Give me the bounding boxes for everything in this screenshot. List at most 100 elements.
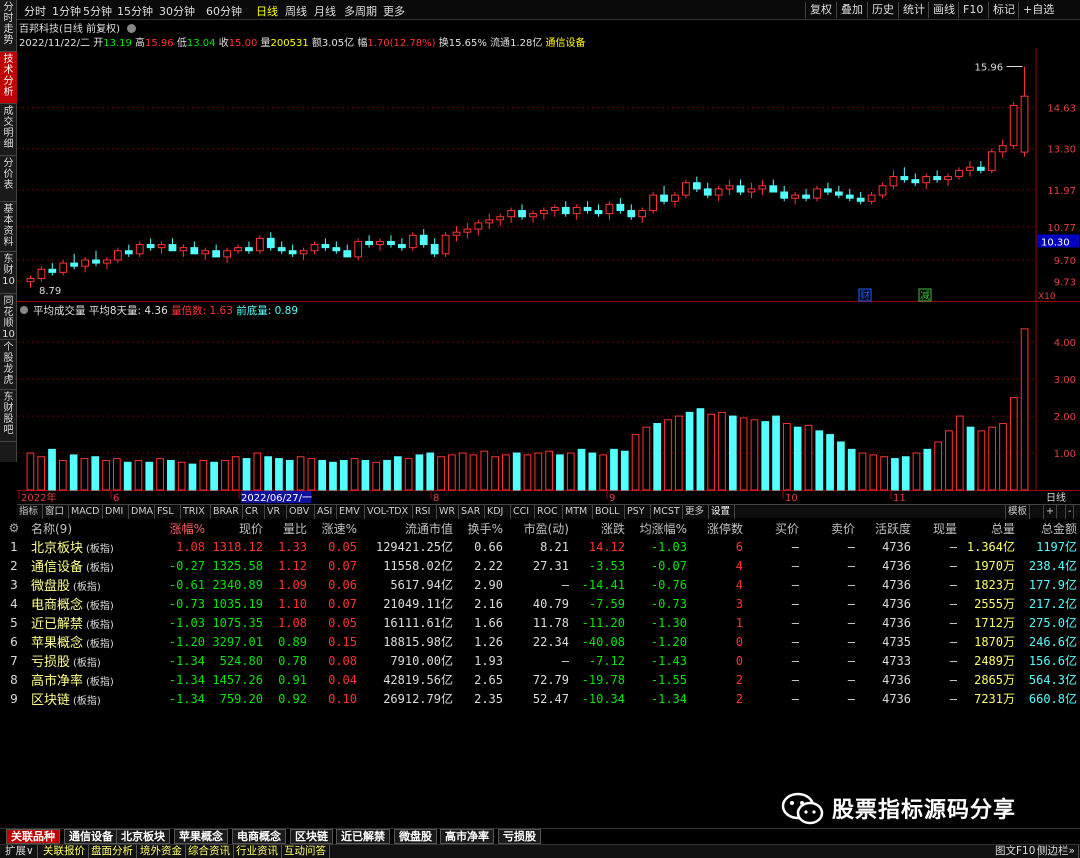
status-item-1[interactable]: 关联报价 xyxy=(40,845,89,858)
column-header-12[interactable]: 卖价 xyxy=(802,519,858,537)
column-header-8[interactable]: 涨跌 xyxy=(572,519,628,537)
status-item-4[interactable]: 综合资讯 xyxy=(185,845,234,858)
column-header-7[interactable]: 市盈(动) xyxy=(506,519,572,537)
status-item-0[interactable]: 扩展∨ xyxy=(2,845,38,858)
indicator-tab-4[interactable]: DMA xyxy=(129,505,155,519)
period-9[interactable]: 多周期 xyxy=(344,3,377,19)
column-header-10[interactable]: 涨停数 xyxy=(690,519,746,537)
column-header-2[interactable]: 现价 xyxy=(208,519,266,537)
toolbar-button-3[interactable]: 统计 xyxy=(898,2,929,18)
event-badge-0[interactable]: 财 xyxy=(858,288,872,302)
column-header-3[interactable]: 量比 xyxy=(266,519,310,537)
sidebar-tab-0[interactable]: 分时走势 xyxy=(0,0,17,52)
table-row[interactable]: 9 区块链 (板指) -1.34 759.20 0.92 0.10 26912.79亿 2.35… xyxy=(0,689,1080,709)
table-row[interactable]: 7 亏损股 (板指) -1.34 524.80 0.78 0.08 7910.00亿 1.93 —… xyxy=(0,651,1080,671)
table-row[interactable]: 5 近已解禁 (板指) -1.03 1075.35 1.08 0.05 16111.61亿 1.… xyxy=(0,613,1080,633)
status-right-0[interactable]: 图文F10 xyxy=(992,845,1040,858)
sidebar-tab-1[interactable]: 技术分析 xyxy=(0,52,17,104)
toolbar-button-0[interactable]: 复权 xyxy=(805,2,836,18)
period-3[interactable]: 15分钟 xyxy=(117,3,153,19)
indicator-tab-17[interactable]: KDJ xyxy=(485,505,511,519)
period-0[interactable]: 分时 xyxy=(24,3,46,19)
candlestick-svg[interactable]: 14.63 13.30 11.97 10.77 9.70 9.73 10.30 X10 15.9… xyxy=(17,48,1080,302)
table-row[interactable]: 8 高市净率 (板指) -1.34 1457.26 0.91 0.04 42819.56亿 2.… xyxy=(0,670,1080,690)
sidebar-tab-7[interactable]: 个股龙虎 xyxy=(0,340,17,390)
column-header-13[interactable]: 活跃度 xyxy=(858,519,914,537)
period-7[interactable]: 周线 xyxy=(285,3,307,19)
status-item-2[interactable]: 盘面分析 xyxy=(88,845,137,858)
status-item-5[interactable]: 行业资讯 xyxy=(233,845,282,858)
sidebar-tab-4[interactable]: 基本资料 xyxy=(0,202,17,252)
status-item-6[interactable]: 互动问答 xyxy=(281,845,330,858)
toolbar-button-2[interactable]: 历史 xyxy=(867,2,898,18)
table-row[interactable]: 4 电商概念 (板指) -0.73 1035.19 1.10 0.07 21049.11亿 2.… xyxy=(0,594,1080,614)
table-row[interactable]: 1 北京板块 (板指) 1.08 1318.12 1.33 0.05 129421.25亿 0.… xyxy=(0,537,1080,557)
indicator-right-2[interactable]: - xyxy=(1065,505,1075,519)
indicator-tab-21[interactable]: BOLL xyxy=(593,505,625,519)
indicator-tab-14[interactable]: RSI xyxy=(413,505,437,519)
indicator-tab-2[interactable]: MACD xyxy=(69,505,103,519)
sidebar-tab-5[interactable]: 东财10 xyxy=(0,252,17,294)
bottom-tab-4[interactable]: 电商概念 xyxy=(232,829,286,844)
period-5[interactable]: 60分钟 xyxy=(206,3,242,19)
table-row[interactable]: 2 通信设备 (板指) -0.27 1325.58 1.12 0.07 11558.02亿 2.… xyxy=(0,556,1080,576)
column-header-5[interactable]: 流通市值 xyxy=(360,519,456,537)
toolbar-button-7[interactable]: +自选 xyxy=(1018,2,1058,18)
toolbar-button-5[interactable]: F10 xyxy=(958,2,987,18)
indicator-tab-9[interactable]: VR xyxy=(265,505,287,519)
event-badge-1[interactable]: 减 xyxy=(918,288,932,302)
sidebar-tab-8[interactable]: 东财股吧 xyxy=(0,390,17,442)
indicator-tab-22[interactable]: PSY xyxy=(625,505,651,519)
toolbar-button-6[interactable]: 标记 xyxy=(988,2,1019,18)
bottom-tab-2[interactable]: 北京板块 xyxy=(116,829,170,844)
toolbar-button-1[interactable]: 叠加 xyxy=(836,2,867,18)
table-row[interactable]: 3 微盘股 (板指) -0.61 2340.89 1.09 0.06 5617.94亿 2.90… xyxy=(0,575,1080,595)
indicator-tab-5[interactable]: FSL xyxy=(155,505,181,519)
indicator-tab-1[interactable]: 窗口 xyxy=(43,505,69,519)
indicator-tab-20[interactable]: MTM xyxy=(563,505,593,519)
column-header-0[interactable]: 名称(9) xyxy=(28,519,148,537)
indicator-tab-16[interactable]: SAR xyxy=(459,505,485,519)
column-header-9[interactable]: 均涨幅% xyxy=(628,519,690,537)
period-8[interactable]: 月线 xyxy=(314,3,336,19)
bottom-tab-5[interactable]: 区块链 xyxy=(290,829,333,844)
indicator-right-1[interactable]: + xyxy=(1043,505,1057,519)
period-4[interactable]: 30分钟 xyxy=(159,3,195,19)
status-item-3[interactable]: 境外资金 xyxy=(137,845,186,858)
period-6[interactable]: 日线 xyxy=(256,3,278,19)
status-right-1[interactable]: 侧边栏» xyxy=(1034,845,1079,858)
indicator-tab-3[interactable]: DMI xyxy=(103,505,129,519)
bottom-tab-9[interactable]: 亏损股 xyxy=(498,829,541,844)
bottom-tab-8[interactable]: 高市净率 xyxy=(440,829,494,844)
toolbar-button-4[interactable]: 画线 xyxy=(928,2,959,18)
sidebar-tab-2[interactable]: 成交明细 xyxy=(0,104,17,156)
indicator-tab-8[interactable]: CR xyxy=(243,505,265,519)
indicator-tab-12[interactable]: EMV xyxy=(337,505,365,519)
column-header-11[interactable]: 买价 xyxy=(746,519,802,537)
indicator-tab-23[interactable]: MCST xyxy=(651,505,683,519)
indicator-tab-25[interactable]: 设置 xyxy=(709,505,735,519)
indicator-tab-6[interactable]: TRIX xyxy=(181,505,211,519)
sidebar-tab-6[interactable]: 同花顺10 xyxy=(0,294,17,340)
volume-svg[interactable]: 平均成交量 平均8天量: 4.36 量倍数: 1.63 前底量: 0.89 4.0… xyxy=(17,302,1080,504)
column-header-16[interactable]: 总金额 xyxy=(1018,519,1080,537)
indicator-tab-18[interactable]: CCI xyxy=(511,505,535,519)
column-header-4[interactable]: 涨速% xyxy=(310,519,360,537)
bottom-tab-6[interactable]: 近已解禁 xyxy=(336,829,390,844)
indicator-right-0[interactable]: 模板 xyxy=(1005,505,1031,519)
bottom-tab-0[interactable]: 关联品种 xyxy=(6,829,60,844)
indicator-tab-7[interactable]: BRAR xyxy=(211,505,243,519)
column-header-14[interactable]: 现量 xyxy=(914,519,960,537)
column-header-15[interactable]: 总量 xyxy=(960,519,1018,537)
period-2[interactable]: 5分钟 xyxy=(83,3,112,19)
volume-chart[interactable]: 平均成交量 平均8天量: 4.36 量倍数: 1.63 前底量: 0.89 4.0… xyxy=(17,302,1080,504)
bottom-tab-7[interactable]: 微盘股 xyxy=(394,829,437,844)
settings-icon[interactable] xyxy=(127,24,137,33)
period-10[interactable]: 更多 xyxy=(383,3,405,19)
bottom-tab-1[interactable]: 通信设备 xyxy=(64,829,118,844)
column-header-1[interactable]: 涨幅% xyxy=(148,519,208,537)
indicator-tab-11[interactable]: ASI xyxy=(315,505,337,519)
period-1[interactable]: 1分钟 xyxy=(52,3,81,19)
bottom-tab-3[interactable]: 苹果概念 xyxy=(174,829,228,844)
table-settings-icon[interactable]: ⚙ xyxy=(0,519,28,537)
